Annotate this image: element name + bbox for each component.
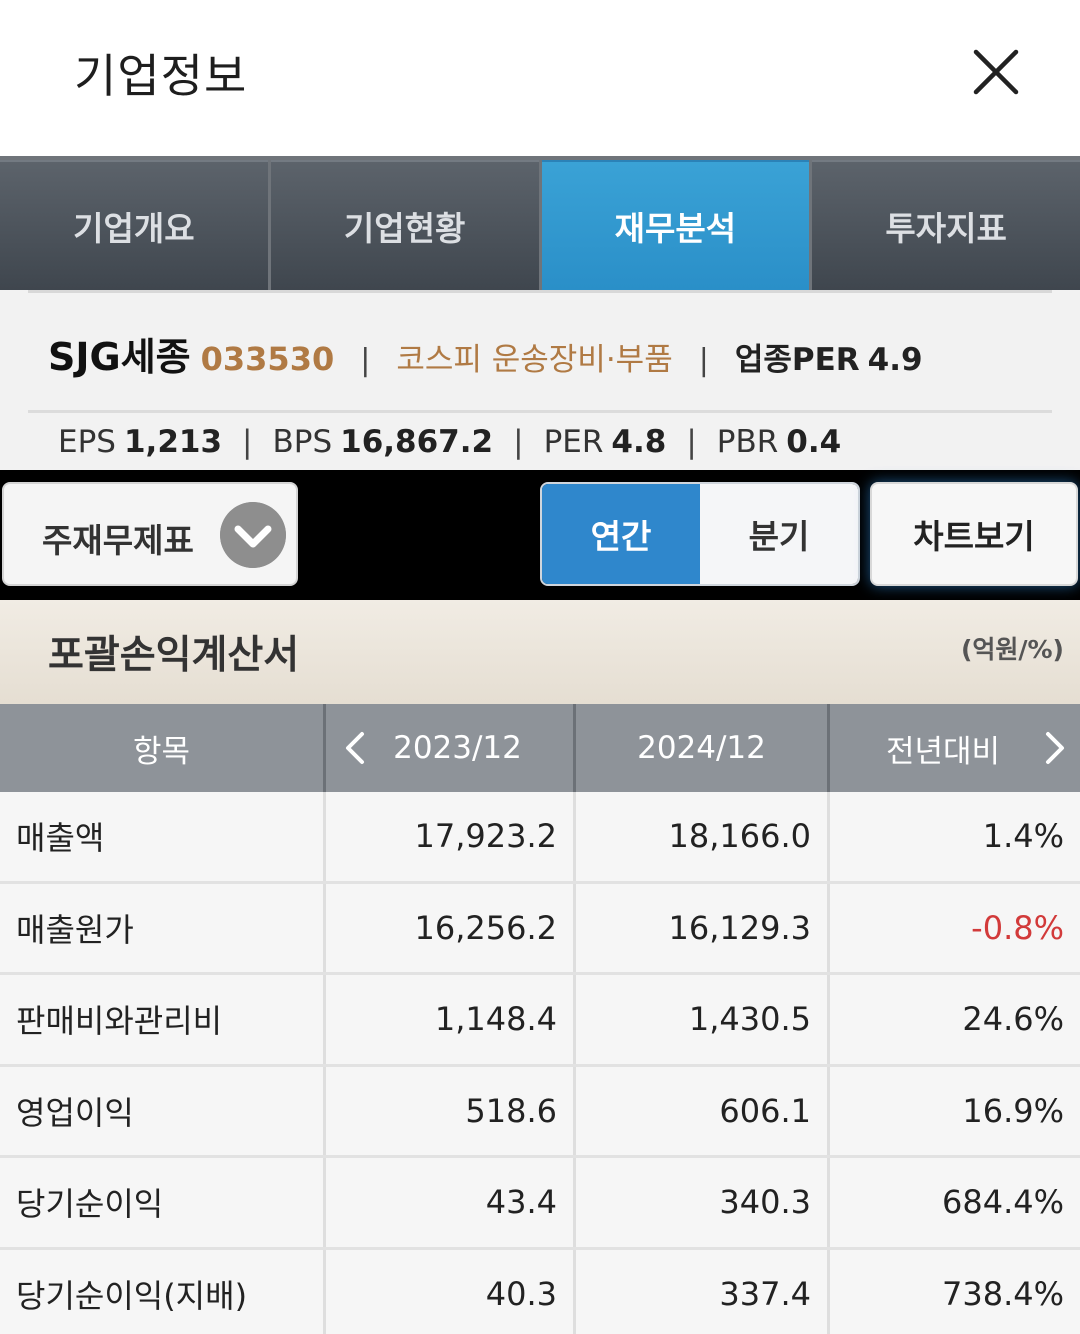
cell-yoy: 738.4%: [941, 1274, 1064, 1313]
cell-yoy: -0.8%: [971, 908, 1064, 947]
metric-pbr-label: PBR: [716, 424, 779, 460]
metric-bps-value: 16,867.2: [340, 424, 494, 460]
cell-yoy: 24.6%: [962, 1000, 1064, 1039]
column-header-label: 2023/12: [393, 730, 522, 766]
tab-bar: 기업개요 기업현황 재무분석 투자지표: [0, 156, 1080, 290]
metric-bps-label: BPS: [272, 424, 333, 460]
chevron-down-icon: [220, 502, 286, 568]
tab-financial-analysis[interactable]: 재무분석: [541, 160, 810, 290]
row-item-label: 판매비와관리비: [0, 975, 326, 1064]
column-header-label: 전년대비: [885, 733, 1001, 770]
statement-title: 포괄손익계산서: [48, 633, 300, 678]
divider: [28, 290, 1052, 293]
table-header: 항목 2023/12 2024/12 전년대비: [0, 704, 1080, 792]
table-row: 매출액 17,923.2 18,166.0 1.4%: [0, 792, 1080, 884]
cell-2024: 606.1: [576, 1066, 830, 1155]
row-item-label: 당기순이익: [0, 1158, 326, 1247]
table-row: 판매비와관리비 1,148.4 1,430.5 24.6%: [0, 975, 1080, 1067]
cell-2023: 40.3: [326, 1249, 576, 1334]
period-toggle: 연간 분기: [540, 482, 860, 586]
close-icon[interactable]: [968, 44, 1024, 100]
divider: [28, 410, 1052, 413]
cell-2024: 1,430.5: [576, 975, 830, 1064]
separator: |: [242, 424, 253, 460]
metric-per-label: PER: [543, 424, 604, 460]
metric-pbr-value: 0.4: [786, 424, 842, 460]
period-quarterly-button[interactable]: 분기: [700, 484, 858, 584]
separator: |: [513, 424, 524, 460]
control-bar: 주재무제표 연간 분기 차트보기: [0, 470, 1080, 600]
chevron-left-icon[interactable]: [336, 726, 376, 770]
metric-eps-label: EPS: [58, 424, 116, 460]
row-item-label: 매출액: [0, 792, 326, 881]
cell-2024: 340.3: [576, 1158, 830, 1247]
company-name: SJG세종: [48, 335, 191, 379]
separator: |: [686, 424, 697, 460]
column-header-label: 2024/12: [637, 730, 766, 766]
cell-yoy: 684.4%: [941, 1183, 1064, 1222]
column-header-label: 항목: [132, 733, 191, 770]
row-item-label: 영업이익: [0, 1066, 326, 1155]
tab-investment-indicators[interactable]: 투자지표: [812, 160, 1080, 290]
app-header: 기업정보: [0, 0, 1080, 156]
table-row: 영업이익 518.6 606.1 16.9%: [0, 1066, 1080, 1158]
table-row: 당기순이익 43.4 340.3 684.4%: [0, 1158, 1080, 1250]
column-header-2023: 2023/12: [326, 704, 576, 792]
metrics-row: EPS 1,213 | BPS 16,867.2 | PER 4.8 | PBR…: [58, 424, 841, 460]
sector-per-value: 4.9: [867, 342, 923, 378]
cell-yoy: 16.9%: [962, 1091, 1064, 1130]
tab-company-overview[interactable]: 기업개요: [0, 160, 268, 290]
cell-2023: 16,256.2: [326, 883, 576, 972]
unit-label: (억원/%): [960, 635, 1064, 664]
table-row: 당기순이익(지배) 40.3 337.4 738.4%: [0, 1249, 1080, 1334]
statement-type-label: 주재무제표: [42, 521, 194, 560]
sector-per-label: 업종PER: [734, 342, 860, 378]
metric-per-value: 4.8: [611, 424, 667, 460]
statement-type-select[interactable]: 주재무제표: [2, 482, 298, 586]
cell-2023: 1,148.4: [326, 975, 576, 1064]
row-item-label: 매출원가: [0, 883, 326, 972]
page-title: 기업정보: [74, 49, 248, 103]
cell-2024: 337.4: [576, 1249, 830, 1334]
tab-company-status[interactable]: 기업현황: [270, 160, 539, 290]
separator: |: [698, 343, 709, 378]
period-annual-button[interactable]: 연간: [542, 484, 700, 584]
cell-2023: 43.4: [326, 1158, 576, 1247]
view-chart-button[interactable]: 차트보기: [870, 482, 1078, 586]
separator: |: [360, 343, 371, 378]
stock-code: 033530: [200, 340, 335, 378]
cell-2023: 518.6: [326, 1066, 576, 1155]
chevron-right-icon[interactable]: [1034, 726, 1074, 770]
cell-2024: 16,129.3: [576, 883, 830, 972]
column-header-item: 항목: [0, 704, 326, 792]
table-body: 매출액 17,923.2 18,166.0 1.4% 매출원가 16,256.2…: [0, 792, 1080, 1334]
metric-eps-value: 1,213: [123, 424, 223, 460]
company-summary-row: SJG세종 033530 | 코스피 운송장비·부품 | 업종PER 4.9: [48, 326, 923, 381]
company-info-panel: SJG세종 033530 | 코스피 운송장비·부품 | 업종PER 4.9 E…: [0, 290, 1080, 470]
row-item-label: 당기순이익(지배): [0, 1249, 326, 1334]
cell-2023: 17,923.2: [326, 792, 576, 881]
column-header-yoy: 전년대비: [830, 704, 1080, 792]
market-sector: 코스피 운송장비·부품: [396, 342, 673, 378]
table-row: 매출원가 16,256.2 16,129.3 -0.8%: [0, 883, 1080, 975]
statement-header: 포괄손익계산서 (억원/%): [0, 600, 1080, 704]
cell-yoy: 1.4%: [982, 817, 1064, 856]
column-header-2024: 2024/12: [576, 704, 830, 792]
cell-2024: 18,166.0: [576, 792, 830, 881]
